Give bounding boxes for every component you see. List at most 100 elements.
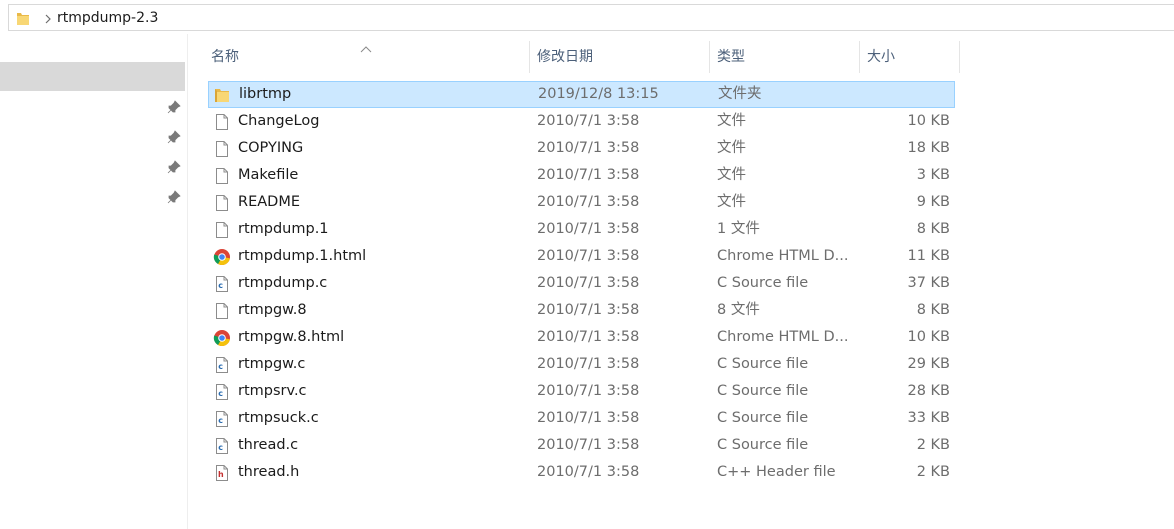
file-date: 2019/12/8 13:15 bbox=[538, 86, 659, 102]
file-row[interactable]: ChangeLog 2010/7/1 3:58 文件 10 KB bbox=[208, 108, 955, 135]
file-size bbox=[861, 81, 951, 108]
file-row[interactable]: c rtmpsrv.c 2010/7/1 3:58 C Source file 28 K… bbox=[208, 378, 955, 405]
file-date: 2010/7/1 3:58 bbox=[537, 194, 640, 210]
file-size: 18 KB bbox=[907, 140, 950, 156]
file-size: 11 KB bbox=[907, 248, 950, 264]
file-icon bbox=[213, 194, 231, 212]
file-date: 2010/7/1 3:58 bbox=[537, 113, 640, 129]
file-date: 2010/7/1 3:58 bbox=[537, 410, 640, 426]
header-file-icon: h bbox=[213, 464, 231, 482]
file-type: 文件 bbox=[717, 140, 746, 156]
column-separator[interactable] bbox=[709, 41, 710, 73]
column-separator[interactable] bbox=[529, 41, 530, 73]
address-bar[interactable]: rtmpdump-2.3 bbox=[8, 4, 1174, 31]
file-date: 2010/7/1 3:58 bbox=[537, 383, 640, 399]
file-row[interactable]: c rtmpgw.c 2010/7/1 3:58 C Source file 29 KB bbox=[208, 351, 955, 378]
file-size: 10 KB bbox=[907, 113, 950, 129]
file-date: 2010/7/1 3:58 bbox=[537, 167, 640, 183]
file-icon bbox=[213, 221, 231, 239]
file-row[interactable]: Makefile 2010/7/1 3:58 文件 3 KB bbox=[208, 162, 955, 189]
file-size: 3 KB bbox=[916, 167, 950, 183]
file-row[interactable]: rtmpdump.1 2010/7/1 3:58 1 文件 8 KB bbox=[208, 216, 955, 243]
file-row[interactable]: README 2010/7/1 3:58 文件 9 KB bbox=[208, 189, 955, 216]
file-type: C Source file bbox=[717, 275, 809, 291]
file-date: 2010/7/1 3:58 bbox=[537, 221, 640, 237]
file-name: thread.h bbox=[238, 464, 300, 480]
pin-icon[interactable] bbox=[167, 189, 181, 204]
file-type: C Source file bbox=[717, 437, 809, 453]
c-source-icon: c bbox=[213, 356, 231, 374]
file-date: 2010/7/1 3:58 bbox=[537, 248, 640, 264]
pin-icon[interactable] bbox=[167, 159, 181, 174]
file-row[interactable]: rtmpgw.8.html 2010/7/1 3:58 Chrome HTML D.… bbox=[208, 324, 955, 351]
file-row[interactable]: c rtmpdump.c 2010/7/1 3:58 C Source file 37 … bbox=[208, 270, 955, 297]
svg-text:c: c bbox=[218, 281, 223, 290]
file-name: thread.c bbox=[238, 437, 299, 453]
file-size: 33 KB bbox=[907, 410, 950, 426]
file-date: 2010/7/1 3:58 bbox=[537, 356, 640, 372]
file-date: 2010/7/1 3:58 bbox=[537, 275, 640, 291]
file-date: 2010/7/1 3:58 bbox=[537, 329, 640, 345]
file-icon bbox=[213, 167, 231, 185]
file-size: 8 KB bbox=[916, 221, 950, 237]
file-name: rtmpdump.1 bbox=[238, 221, 329, 237]
nav-item-selected[interactable] bbox=[0, 62, 185, 91]
chevron-right-icon[interactable] bbox=[42, 11, 54, 25]
svg-text:c: c bbox=[218, 443, 223, 452]
file-type: 1 文件 bbox=[717, 221, 760, 237]
folder-icon bbox=[16, 10, 30, 30]
column-header-type[interactable]: 类型 bbox=[717, 41, 857, 73]
file-type: 文件 bbox=[717, 113, 746, 129]
pin-icon[interactable] bbox=[167, 129, 181, 144]
column-header-name[interactable]: 名称 bbox=[211, 41, 529, 73]
file-row[interactable]: rtmpdump.1.html 2010/7/1 3:58 Chrome HTML … bbox=[208, 243, 955, 270]
file-type: C++ Header file bbox=[717, 464, 836, 480]
file-date: 2010/7/1 3:58 bbox=[537, 140, 640, 156]
file-row[interactable]: librtmp 2019/12/8 13:15 文件夹 bbox=[208, 81, 955, 108]
file-date: 2010/7/1 3:58 bbox=[537, 437, 640, 453]
c-source-icon: c bbox=[213, 275, 231, 293]
column-separator[interactable] bbox=[859, 41, 860, 73]
svg-text:c: c bbox=[218, 362, 223, 371]
svg-text:c: c bbox=[218, 389, 223, 398]
file-icon bbox=[213, 113, 231, 131]
file-size: 2 KB bbox=[916, 437, 950, 453]
file-row[interactable]: COPYING 2010/7/1 3:58 文件 18 KB bbox=[208, 135, 955, 162]
pane-divider[interactable] bbox=[187, 34, 188, 529]
file-name: rtmpgw.8.html bbox=[238, 329, 345, 345]
file-type: 文件 bbox=[717, 167, 746, 183]
pin-icon[interactable] bbox=[167, 99, 181, 114]
file-name: Makefile bbox=[238, 167, 299, 183]
file-name: rtmpgw.c bbox=[238, 356, 306, 372]
svg-text:h: h bbox=[218, 470, 224, 479]
c-source-icon: c bbox=[213, 383, 231, 401]
file-name: rtmpsrv.c bbox=[238, 383, 307, 399]
file-row[interactable]: c thread.c 2010/7/1 3:58 C Source file 2 KB bbox=[208, 432, 955, 459]
file-size: 10 KB bbox=[907, 329, 950, 345]
file-row[interactable]: rtmpgw.8 2010/7/1 3:58 8 文件 8 KB bbox=[208, 297, 955, 324]
breadcrumb[interactable]: rtmpdump-2.3 bbox=[57, 9, 158, 27]
file-size: 29 KB bbox=[907, 356, 950, 372]
file-name: rtmpdump.1.html bbox=[238, 248, 367, 264]
file-row[interactable]: c rtmpsuck.c 2010/7/1 3:58 C Source file 33 … bbox=[208, 405, 955, 432]
column-header-date[interactable]: 修改日期 bbox=[537, 41, 707, 73]
file-name: rtmpdump.c bbox=[238, 275, 328, 291]
file-type: 8 文件 bbox=[717, 302, 760, 318]
file-size: 28 KB bbox=[907, 383, 950, 399]
file-icon bbox=[213, 302, 231, 320]
column-separator[interactable] bbox=[959, 41, 960, 73]
file-name: librtmp bbox=[239, 86, 292, 102]
file-size: 2 KB bbox=[916, 464, 950, 480]
file-row[interactable]: h thread.h 2010/7/1 3:58 C++ Header file 2 K… bbox=[208, 459, 955, 486]
file-date: 2010/7/1 3:58 bbox=[537, 302, 640, 318]
column-header-size[interactable]: 大小 bbox=[867, 41, 957, 73]
chrome-icon bbox=[213, 329, 231, 347]
file-type: C Source file bbox=[717, 383, 809, 399]
file-type: 文件夹 bbox=[718, 86, 762, 102]
file-name: rtmpsuck.c bbox=[238, 410, 319, 426]
file-type: 文件 bbox=[717, 194, 746, 210]
file-name: ChangeLog bbox=[238, 113, 320, 129]
file-date: 2010/7/1 3:58 bbox=[537, 464, 640, 480]
file-size: 37 KB bbox=[907, 275, 950, 291]
file-size: 9 KB bbox=[916, 194, 950, 210]
